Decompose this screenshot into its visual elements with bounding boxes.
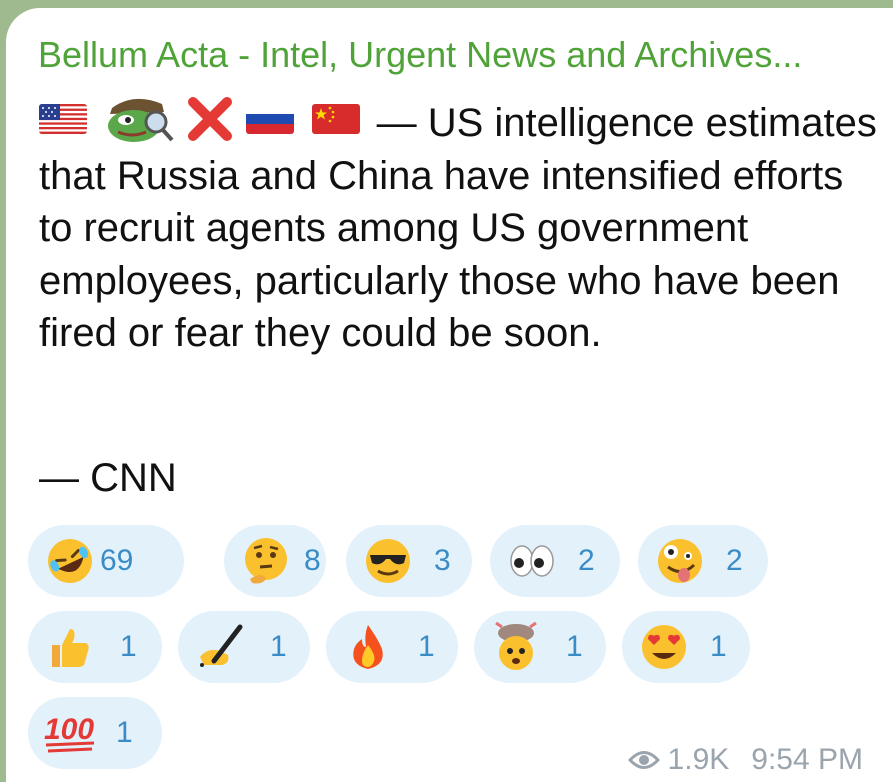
thinking-face-icon — [238, 533, 294, 589]
pepe-detective-icon — [108, 98, 174, 142]
channel-name[interactable]: Bellum Acta - Intel, Urgent News and Arc… — [38, 34, 802, 76]
message-meta: 1.9K 9:54 PM — [627, 743, 863, 777]
message-text: — US intelligence estimates that Russia … — [39, 90, 879, 360]
fire-icon — [340, 619, 396, 675]
reaction-count: 69 — [100, 544, 134, 577]
message-time: 9:54 PM — [751, 743, 863, 776]
reaction-rolling-laughing[interactable]: 69 — [28, 525, 184, 597]
eyes-icon — [504, 533, 560, 589]
reaction-count: 2 — [726, 544, 743, 577]
us-flag-icon — [39, 104, 87, 134]
reaction-thumbs-up[interactable]: 1 — [28, 611, 162, 683]
reaction-sunglasses[interactable]: 3 — [346, 525, 472, 597]
reaction-eyes[interactable]: 2 — [490, 525, 620, 597]
reaction-count: 1 — [418, 630, 435, 663]
reaction-count: 1 — [710, 630, 727, 663]
thumbs-up-icon — [42, 619, 98, 675]
reaction-heart-eyes[interactable]: 1 — [622, 611, 750, 683]
reaction-count: 8 — [304, 544, 321, 577]
heart-eyes-icon — [636, 619, 692, 675]
reaction-count: 3 — [434, 544, 451, 577]
reaction-writing-hand[interactable]: 1 — [178, 611, 310, 683]
reaction-count: 2 — [578, 544, 595, 577]
china-flag-icon — [311, 104, 360, 134]
sunglasses-face-icon — [360, 533, 416, 589]
red-x-icon — [188, 97, 233, 141]
russia-flag-icon — [246, 104, 295, 134]
writing-hand-icon — [192, 619, 248, 675]
message-source: — CNN — [39, 456, 177, 500]
reaction-thinking[interactable]: 8 — [224, 525, 326, 597]
zany-face-icon — [652, 533, 708, 589]
reaction-hundred-points[interactable]: 100 1 — [28, 697, 162, 769]
reaction-exploding-head[interactable]: 1 — [474, 611, 606, 683]
reaction-count: 1 — [566, 630, 583, 663]
view-count: 1.9K — [667, 743, 730, 776]
message-bubble[interactable]: Bellum Acta - Intel, Urgent News and Arc… — [6, 8, 893, 782]
rolling-laughing-icon — [42, 533, 98, 589]
exploding-head-icon — [488, 619, 544, 675]
reaction-zany[interactable]: 2 — [638, 525, 768, 597]
reaction-count: 1 — [120, 630, 137, 663]
reaction-count: 1 — [270, 630, 287, 663]
reaction-fire[interactable]: 1 — [326, 611, 458, 683]
svg-text:100: 100 — [44, 713, 94, 746]
reaction-count: 1 — [116, 716, 133, 749]
eye-icon — [627, 751, 660, 769]
hundred-points-icon: 100 — [42, 705, 98, 761]
